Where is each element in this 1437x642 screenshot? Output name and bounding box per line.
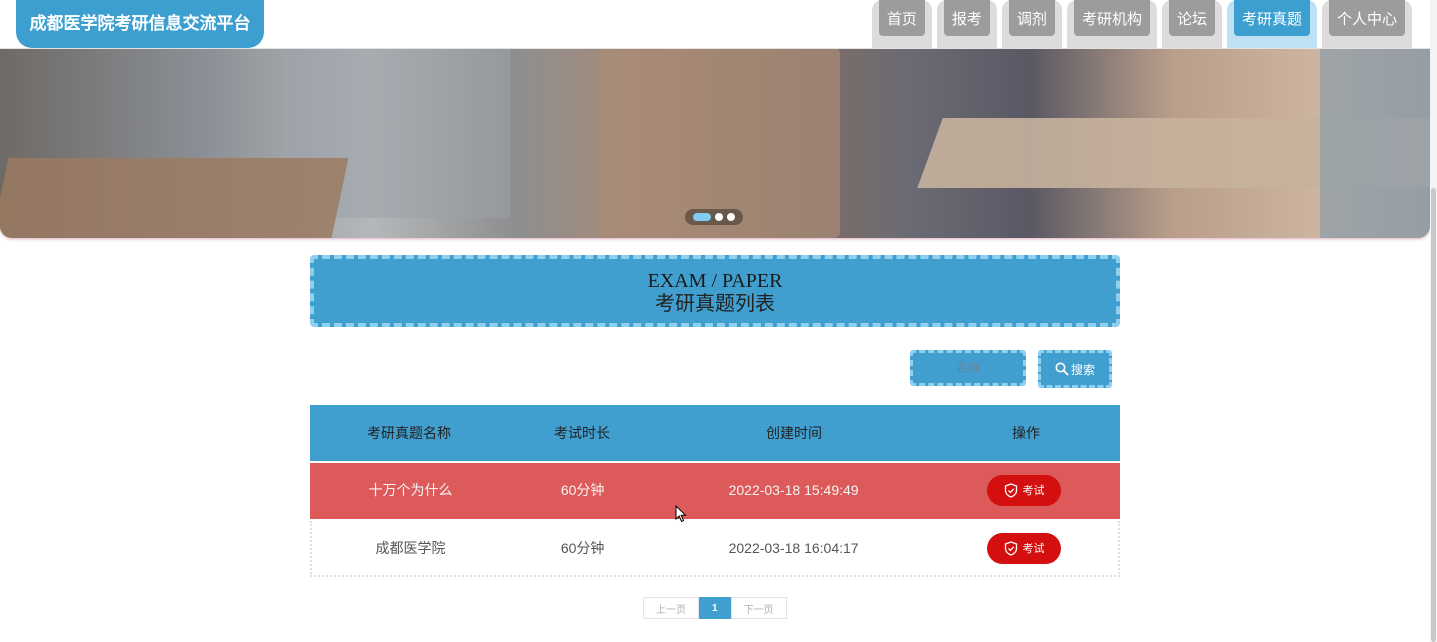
exam-button-label: 考试	[1022, 543, 1045, 555]
nav-item-exam-papers[interactable]: 考研真题	[1226, 0, 1317, 48]
shield-check-icon	[1005, 482, 1018, 498]
section-title-cn: 考研真题列表	[655, 293, 775, 315]
carousel-dot-2[interactable]	[715, 213, 723, 221]
search-button[interactable]: 搜索	[1038, 350, 1112, 388]
next-page-button[interactable]: 下一页	[730, 597, 787, 619]
banner-image-part	[1320, 48, 1430, 238]
column-header-name: 考研真题名称	[367, 425, 451, 441]
cell-name: 十万个为什么	[368, 482, 453, 498]
scrollbar[interactable]	[1430, 0, 1437, 642]
page-1-button[interactable]: 1	[699, 597, 731, 619]
exam-paper-table: 考研真题名称 考试时长 创建时间 操作 十万个为什么 60分钟 2022-03-…	[310, 405, 1120, 577]
nav-item-apply[interactable]: 报考	[936, 0, 997, 48]
search-icon	[1055, 362, 1069, 376]
nav-label[interactable]: 首页	[878, 0, 925, 36]
carousel-dot-3[interactable]	[727, 213, 735, 221]
nav-item-forum[interactable]: 论坛	[1161, 0, 1222, 48]
nav-item-home[interactable]: 首页	[871, 0, 932, 48]
shield-check-icon	[1005, 540, 1018, 556]
mouse-cursor-icon	[675, 505, 687, 523]
cell-name: 成都医学院	[375, 540, 446, 556]
exam-button-label: 考试	[1022, 485, 1045, 497]
header: 成都医学院考研信息交流平台 首页 报考 调剂 考研机构 论坛 考研真题 个人中心	[0, 0, 1430, 49]
section-title-en: EXAM / PAPER	[647, 270, 783, 292]
nav-item-institutions[interactable]: 考研机构	[1066, 0, 1157, 48]
column-header-duration: 考试时长	[554, 425, 610, 441]
nav-label[interactable]: 考研真题	[1233, 0, 1310, 36]
carousel-dot-1[interactable]	[693, 213, 711, 221]
column-header-action: 操作	[1012, 425, 1040, 441]
cell-duration: 60分钟	[560, 482, 605, 498]
banner-image-part	[0, 158, 349, 238]
scrollbar-thumb[interactable]	[1431, 188, 1436, 642]
banner-carousel[interactable]	[0, 48, 1430, 238]
search-button-label: 搜索	[1070, 362, 1095, 377]
column-header-created: 创建时间	[766, 425, 822, 441]
search-input[interactable]	[910, 350, 1026, 386]
cell-created: 2022-03-18 16:04:17	[728, 540, 859, 556]
site-title[interactable]: 成都医学院考研信息交流平台	[16, 0, 264, 48]
nav-label[interactable]: 调剂	[1008, 0, 1055, 36]
section-title: EXAM / PAPER 考研真题列表	[310, 255, 1120, 327]
carousel-indicators	[685, 209, 743, 225]
exam-button[interactable]: 考试	[987, 532, 1062, 564]
table-row[interactable]: 成都医学院 60分钟 2022-03-18 16:04:17 考试	[310, 521, 1120, 577]
prev-page-button[interactable]: 上一页	[643, 597, 699, 619]
nav-item-profile[interactable]: 个人中心	[1321, 0, 1412, 48]
table-header: 考研真题名称 考试时长 创建时间 操作	[310, 405, 1120, 461]
nav-label[interactable]: 考研机构	[1073, 0, 1150, 36]
nav-item-transfer[interactable]: 调剂	[1001, 0, 1062, 48]
nav-label[interactable]: 个人中心	[1328, 0, 1405, 36]
cell-action: 考试	[931, 532, 1118, 564]
cell-duration: 60分钟	[560, 540, 605, 556]
cell-action: 考试	[931, 474, 1118, 506]
table-row[interactable]: 十万个为什么 60分钟 2022-03-18 15:49:49 考试	[310, 463, 1120, 519]
nav-label[interactable]: 报考	[943, 0, 990, 36]
exam-button[interactable]: 考试	[987, 474, 1062, 506]
cell-created: 2022-03-18 15:49:49	[728, 482, 859, 498]
nav-label[interactable]: 论坛	[1168, 0, 1215, 36]
pagination: 上一页 1 下一页	[643, 597, 787, 619]
main-nav: 首页 报考 调剂 考研机构 论坛 考研真题 个人中心	[871, 0, 1412, 48]
